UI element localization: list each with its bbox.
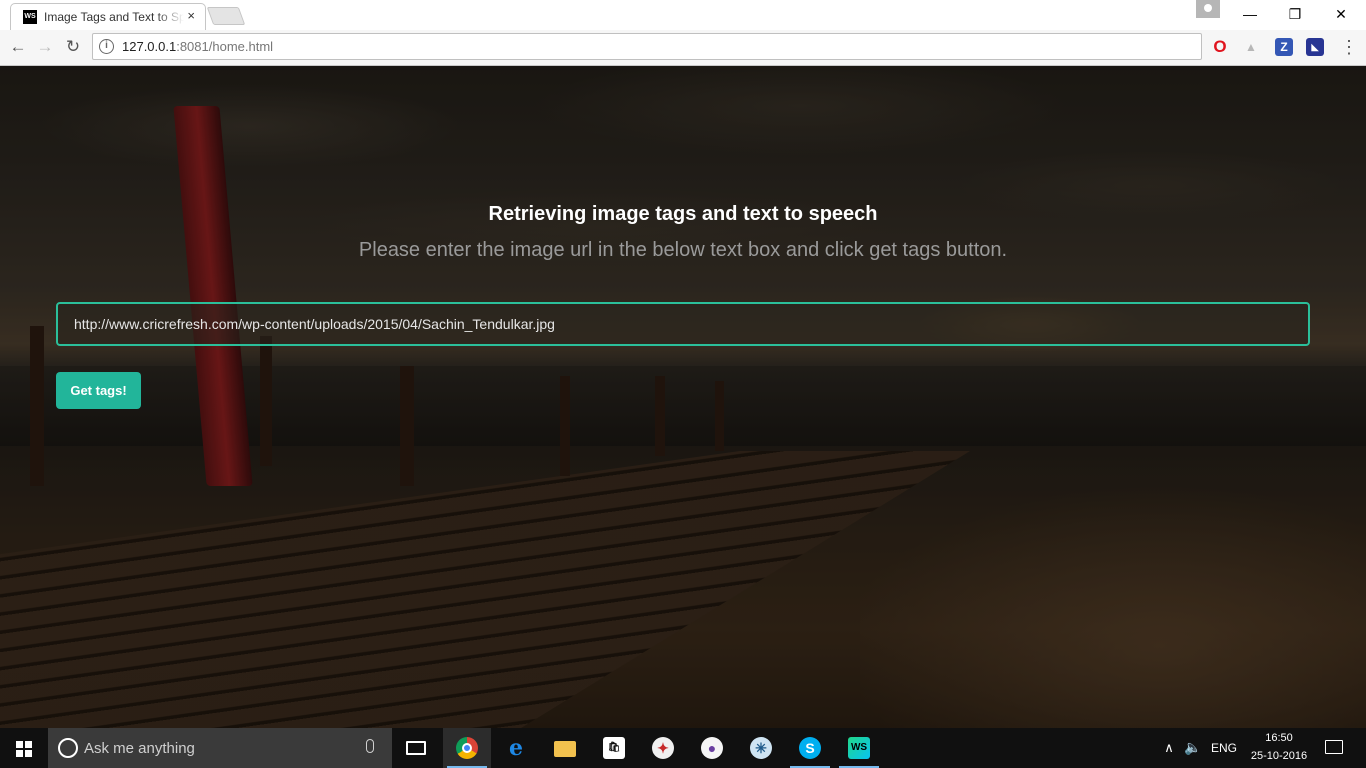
- task-view-icon: [406, 741, 426, 755]
- cortana-icon: [58, 738, 78, 758]
- browser-menu-icon[interactable]: ⋮: [1340, 36, 1358, 58]
- cortana-search-box[interactable]: Ask me anything: [48, 728, 392, 768]
- taskbar-file-explorer[interactable]: [541, 728, 589, 768]
- github-icon: ●: [701, 737, 723, 759]
- url-host: 127.0.0.1: [122, 39, 177, 54]
- address-bar[interactable]: i 127.0.0.1:8081/home.html: [92, 33, 1202, 60]
- taskbar-chrome[interactable]: [443, 728, 491, 768]
- z-extension-icon[interactable]: Z: [1275, 38, 1293, 56]
- taskbar-webstorm[interactable]: WS: [835, 728, 883, 768]
- user-profile-icon[interactable]: [1196, 0, 1220, 18]
- browser-tab[interactable]: WS Image Tags and Text to Speech ×: [10, 3, 206, 30]
- chrome-icon: [456, 737, 478, 759]
- task-view-button[interactable]: [392, 728, 440, 768]
- browser-toolbar: ← → ↻ i 127.0.0.1:8081/home.html O ▲ Z ◣…: [0, 30, 1366, 66]
- info-icon[interactable]: i: [99, 39, 114, 54]
- taskbar-safari[interactable]: ✦: [639, 728, 687, 768]
- file-explorer-icon: [554, 741, 576, 757]
- webstorm-icon: WS: [848, 737, 870, 759]
- new-tab-button[interactable]: [206, 7, 246, 25]
- tab-title: Image Tags and Text to Speech: [44, 10, 184, 24]
- language-indicator[interactable]: ENG: [1211, 741, 1237, 755]
- microphone-icon[interactable]: [366, 739, 374, 753]
- skype-icon: S: [799, 737, 821, 759]
- sourcetree-icon: ✳: [750, 737, 772, 759]
- clock-date[interactable]: 25-10-2016: [1250, 750, 1308, 762]
- edge-icon: e: [509, 735, 523, 761]
- start-button[interactable]: [0, 728, 48, 768]
- drive-icon[interactable]: ▲: [1242, 38, 1260, 56]
- clock-time[interactable]: 16:50: [1250, 732, 1308, 744]
- taskbar-github[interactable]: ●: [688, 728, 736, 768]
- page-title: Retrieving image tags and text to speech: [488, 203, 878, 225]
- tab-close-icon[interactable]: ×: [187, 8, 195, 23]
- close-window-button[interactable]: ✕: [1318, 0, 1364, 28]
- back-arrow-icon[interactable]: ←: [7, 36, 29, 58]
- safari-icon: ✦: [652, 737, 674, 759]
- url-text: 127.0.0.1:8081/home.html: [122, 39, 273, 54]
- page-instructions: Please enter the image url in the below …: [358, 239, 1008, 261]
- windows-taskbar: Ask me anything e 🛍 ✦ ● ✳ S WS ∧ 🔈 ENG 1…: [0, 728, 1366, 768]
- windows-logo-icon: [16, 741, 32, 757]
- webstorm-favicon-icon: WS: [23, 10, 37, 24]
- volume-muted-icon[interactable]: 🔈: [1184, 739, 1202, 756]
- image-url-input[interactable]: [56, 302, 1310, 346]
- tray-chevron-up-icon[interactable]: ∧: [1162, 740, 1176, 756]
- browser-titlebar: WS Image Tags and Text to Speech × — ❐ ✕: [0, 0, 1366, 30]
- maximize-button[interactable]: ❐: [1272, 0, 1318, 28]
- main-content: Retrieving image tags and text to speech…: [0, 66, 1366, 728]
- forward-arrow-icon[interactable]: →: [34, 36, 56, 58]
- store-icon: 🛍: [603, 737, 625, 759]
- url-path: :8081/home.html: [176, 39, 274, 54]
- search-placeholder: Ask me anything: [84, 740, 195, 757]
- taskbar-store[interactable]: 🛍: [590, 728, 638, 768]
- reload-icon[interactable]: ↻: [62, 36, 84, 58]
- opera-icon[interactable]: O: [1211, 38, 1229, 56]
- extension-icon[interactable]: ◣: [1306, 38, 1324, 56]
- minimize-button[interactable]: —: [1227, 0, 1273, 28]
- get-tags-button[interactable]: Get tags!: [56, 372, 141, 409]
- action-center-icon[interactable]: [1318, 736, 1348, 760]
- taskbar-edge[interactable]: e: [492, 728, 540, 768]
- taskbar-skype[interactable]: S: [786, 728, 834, 768]
- taskbar-sourcetree[interactable]: ✳: [737, 728, 785, 768]
- page-viewport: Retrieving image tags and text to speech…: [0, 66, 1366, 728]
